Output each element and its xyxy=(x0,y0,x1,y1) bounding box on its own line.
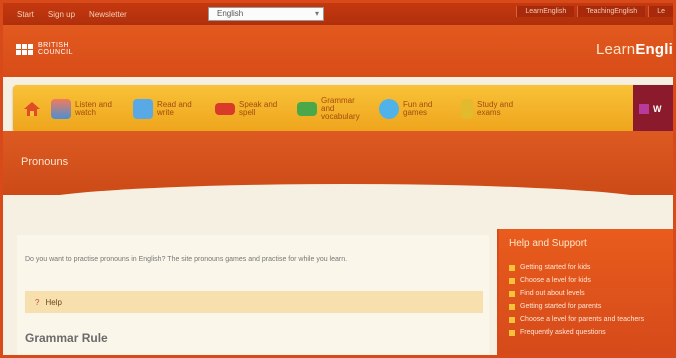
top-link-start[interactable]: Start xyxy=(17,10,34,19)
help-label: Help xyxy=(45,297,62,307)
bullet-icon xyxy=(509,329,515,336)
intro-text: Do you want to practise pronouns in Engl… xyxy=(25,256,348,263)
nav-item-study-exams[interactable]: Study and exams xyxy=(461,99,525,119)
grammar-icon xyxy=(297,102,317,116)
headphones-person-icon xyxy=(51,99,71,119)
language-select[interactable]: English ▾ xyxy=(208,7,324,21)
help-icon: ? xyxy=(35,297,40,307)
bullet-icon xyxy=(509,303,515,310)
top-right-link-learnenglish[interactable]: LearnEnglish xyxy=(516,6,575,17)
bullet-icon xyxy=(509,277,515,284)
chevron-down-icon: ▾ xyxy=(314,9,319,18)
support-link[interactable]: Find out about levels xyxy=(509,287,644,300)
games-icon xyxy=(379,99,399,119)
nav-item-more[interactable]: W xyxy=(633,85,673,133)
support-link[interactable]: Getting started for parents xyxy=(509,300,644,313)
site-header: BRITISH COUNCIL LearnEngli xyxy=(3,25,673,77)
support-links: Getting started for kids Choose a level … xyxy=(509,261,644,339)
nav-item-label: Grammar and vocabulary xyxy=(321,96,360,121)
help-bar[interactable]: ? Help xyxy=(25,291,483,313)
top-right-link-teachingenglish[interactable]: TeachingEnglish xyxy=(577,6,646,17)
logo-text: BRITISH COUNCIL xyxy=(38,42,74,56)
more-icon xyxy=(639,104,649,114)
top-right-link-more[interactable]: Le xyxy=(648,6,673,17)
support-link[interactable]: Frequently asked questions xyxy=(509,326,644,339)
top-link-signup[interactable]: Sign up xyxy=(48,10,75,19)
site-name-prefix: Learn xyxy=(595,41,636,58)
abc-icon xyxy=(215,103,235,115)
top-right-links: LearnEnglish TeachingEnglish Le xyxy=(516,6,673,17)
nav-item-fun-games[interactable]: Fun and games xyxy=(379,99,451,119)
nav-item-grammar-vocabulary[interactable]: Grammar and vocabulary xyxy=(297,97,369,121)
top-utility-bar: Start Sign up Newsletter English ▾ Learn… xyxy=(3,3,673,25)
support-link[interactable]: Choose a level for kids xyxy=(509,274,644,287)
page-banner: Pronouns xyxy=(3,131,673,204)
page-title: Pronouns xyxy=(21,156,69,168)
nav-item-label: Listen and watch xyxy=(75,100,112,117)
nav-item-read-write[interactable]: Read and write xyxy=(133,99,205,119)
logo-squares-icon xyxy=(16,43,33,55)
top-links: Start Sign up Newsletter xyxy=(17,10,127,19)
book-icon xyxy=(133,99,153,119)
nav-item-listen-watch[interactable]: Listen and watch xyxy=(51,99,123,119)
banner-curve xyxy=(25,184,665,204)
nav-item-label: Fun and games xyxy=(403,100,433,117)
british-council-logo[interactable]: BRITISH COUNCIL xyxy=(16,42,73,56)
nav-item-label: Study and exams xyxy=(477,100,514,117)
home-icon xyxy=(24,102,40,116)
home-button[interactable] xyxy=(13,101,51,117)
language-select-value: English xyxy=(217,9,244,18)
nav-item-label: Speak and spell xyxy=(239,100,278,117)
nav-item-speak-spell[interactable]: Speak and spell xyxy=(215,101,287,117)
site-name-bold: Engli xyxy=(635,41,673,58)
section-title: Grammar Rule xyxy=(25,331,108,345)
exam-icon xyxy=(461,99,473,119)
nav-item-label: Read and write xyxy=(157,100,192,117)
nav-item-more-label: W xyxy=(653,104,662,114)
main-content: Do you want to practise pronouns in Engl… xyxy=(17,235,489,355)
bullet-icon xyxy=(509,316,515,323)
support-link[interactable]: Choose a level for parents and teachers xyxy=(509,313,644,326)
panel-title: Help and Support xyxy=(509,238,587,249)
main-navigation: Listen and watch Read and write Speak an… xyxy=(13,85,673,133)
bullet-icon xyxy=(509,264,515,271)
browser-frame: Start Sign up Newsletter English ▾ Learn… xyxy=(0,0,676,358)
top-link-newsletter[interactable]: Newsletter xyxy=(89,10,127,19)
support-link[interactable]: Getting started for kids xyxy=(509,261,644,274)
site-name[interactable]: LearnEngli xyxy=(596,41,673,58)
help-support-panel: Help and Support Getting started for kid… xyxy=(497,229,673,355)
bullet-icon xyxy=(509,290,515,297)
